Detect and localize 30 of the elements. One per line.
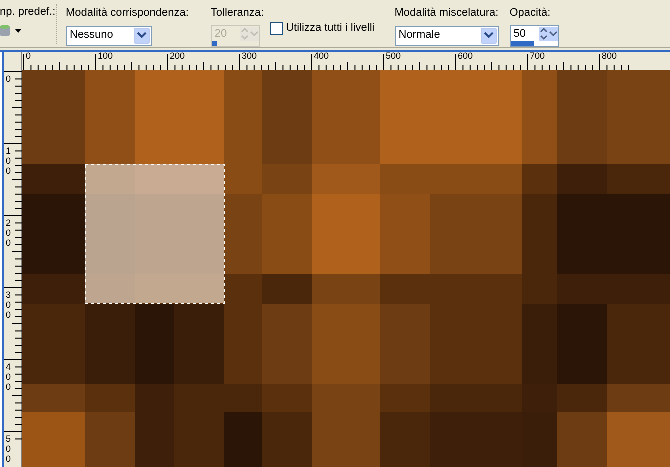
ruler-label: 300 xyxy=(242,52,258,61)
ruler-label: 800 xyxy=(602,52,618,61)
ruler-label: 600 xyxy=(458,52,474,61)
match-mode-label: Modalità corrispondenza: xyxy=(66,6,189,21)
presets-label: np. predef.: xyxy=(0,5,54,20)
blend-mode-label: Modalità miscelatura: xyxy=(394,6,499,21)
ruler-label: 300 xyxy=(6,290,12,320)
ruler-label: 100 xyxy=(6,146,12,176)
ruler-label: 500 xyxy=(6,434,12,464)
ruler-label: 200 xyxy=(6,218,12,248)
ruler-label: 0 xyxy=(26,52,32,61)
ruler-label: 400 xyxy=(6,362,12,392)
ruler-label: 700 xyxy=(530,52,546,61)
ruler-label: 500 xyxy=(386,52,402,61)
blend-mode-dropdown[interactable]: Normale xyxy=(394,26,499,46)
ruler-label: 200 xyxy=(170,52,186,61)
ruler-label: 0 xyxy=(6,74,12,84)
chevron-down-icon xyxy=(137,32,147,39)
opacity-spinner[interactable]: 50 xyxy=(510,24,559,46)
opacity-label: Opacità: xyxy=(510,6,552,21)
ruler-label: 100 xyxy=(98,52,114,61)
chevron-down-icon xyxy=(484,32,494,39)
tolerance-label: Tolleranza: xyxy=(210,6,264,21)
spinner-arrows-icon[interactable] xyxy=(538,26,558,40)
selection-marquee[interactable] xyxy=(84,164,225,304)
ruler-label: 400 xyxy=(314,52,330,61)
use-all-layers-checkbox[interactable]: Utilizza tutti i livelli xyxy=(270,20,375,36)
match-mode-dropdown[interactable]: Nessuno xyxy=(66,26,152,46)
preset-cylinder-icon xyxy=(0,24,12,38)
caret-down-icon xyxy=(15,28,22,32)
